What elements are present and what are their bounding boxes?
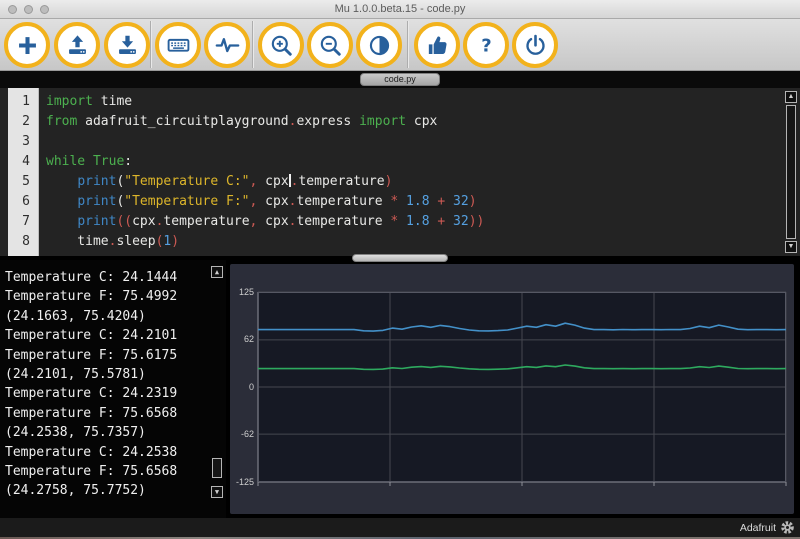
keyboard-icon: [165, 32, 192, 59]
editor-scroll-up-button[interactable]: ▲: [785, 91, 797, 103]
help-button[interactable]: ?: [463, 22, 509, 68]
toolbar-separator: [150, 21, 151, 68]
code-line: 4while True:: [8, 152, 782, 172]
code-line: 1import time: [8, 92, 782, 112]
tab-code-py[interactable]: code.py: [360, 73, 440, 86]
console-scrollbar-thumb[interactable]: [212, 458, 222, 478]
line-number: 1: [8, 92, 38, 112]
new-button[interactable]: [4, 22, 50, 68]
y-axis-label: 0: [230, 382, 254, 392]
console-line: Temperature F: 75.4992: [5, 287, 177, 306]
console-line: Temperature C: 24.2319: [5, 384, 177, 403]
bottom-panes: Temperature C: 24.1444Temperature F: 75.…: [0, 256, 800, 518]
console-line: Temperature C: 24.2101: [5, 326, 177, 345]
console-line: Temperature F: 75.6175: [5, 346, 177, 365]
code-line: 6 print("Temperature F:", cpx.temperatur…: [8, 192, 782, 212]
power-icon: [522, 32, 549, 59]
plot-svg: [258, 292, 786, 488]
code-line: 3: [8, 132, 782, 152]
gear-icon[interactable]: [780, 520, 795, 535]
status-bar: Adafruit: [0, 518, 800, 537]
line-number: 4: [8, 152, 38, 172]
y-axis-label: 125: [230, 287, 254, 297]
svg-text:?: ?: [481, 35, 491, 56]
console-line: (24.1663, 75.4204): [5, 307, 177, 326]
load-button[interactable]: [54, 22, 100, 68]
save-button[interactable]: [104, 22, 150, 68]
zoom-in-button[interactable]: [258, 22, 304, 68]
zoom-in-icon: [268, 32, 295, 59]
line-number: 8: [8, 232, 38, 252]
code-line: 5 print("Temperature C:", cpx.temperatur…: [8, 172, 782, 192]
mu-editor-window: Mu 1.0.0.beta.15 - code.py ? code.py 1im…: [0, 0, 800, 539]
tab-bar: code.py: [0, 71, 800, 88]
y-axis-label: -62: [230, 429, 254, 439]
splitter-handle[interactable]: [352, 254, 448, 262]
question-icon: ?: [473, 32, 500, 59]
repl-button[interactable]: [155, 22, 201, 68]
line-number: 7: [8, 212, 38, 232]
console-scroll-up-button[interactable]: ▲: [211, 266, 223, 278]
line-number: 6: [8, 192, 38, 212]
thumbs-up-icon: [424, 32, 451, 59]
console-line: (24.2101, 75.5781): [5, 365, 177, 384]
plotter-button[interactable]: [204, 22, 250, 68]
console-line: Temperature C: 24.2538: [5, 443, 177, 462]
theme-button[interactable]: [356, 22, 402, 68]
code-line: 2from adafruit_circuitplayground.express…: [8, 112, 782, 132]
console-line: (24.2758, 75.7752): [5, 481, 177, 500]
code-line: 7 print((cpx.temperature, cpx.temperatur…: [8, 212, 782, 232]
line-number: 2: [8, 112, 38, 132]
quit-button[interactable]: [512, 22, 558, 68]
code-line: 8 time.sleep(1): [8, 232, 782, 252]
check-button[interactable]: [414, 22, 460, 68]
adafruit-mode-label: Adafruit: [740, 522, 776, 534]
console-line: (24.2538, 75.7357): [5, 423, 177, 442]
line-number: 5: [8, 172, 38, 192]
editor-scroll-down-button[interactable]: ▼: [785, 241, 797, 253]
line-number: 3: [8, 132, 38, 152]
plus-icon: [14, 32, 41, 59]
toolbar-separator: [407, 21, 408, 68]
console-line: Temperature C: 24.1444: [5, 268, 177, 287]
toolbar-separator: [252, 21, 253, 68]
plotter-pane: 125 62 0 -62 -125: [230, 264, 794, 514]
download-icon: [114, 32, 141, 59]
zoom-out-icon: [317, 32, 344, 59]
editor-scrollbar-thumb[interactable]: [786, 105, 796, 239]
toolbar: ?: [0, 19, 800, 71]
console-output: Temperature C: 24.1444Temperature F: 75.…: [5, 268, 177, 501]
contrast-icon: [366, 32, 393, 59]
code-area: 1import time2from adafruit_circuitplaygr…: [8, 92, 782, 252]
y-axis-label: -125: [230, 477, 254, 487]
serial-console[interactable]: Temperature C: 24.1444Temperature F: 75.…: [0, 260, 226, 518]
y-axis-label: 62: [230, 334, 254, 344]
wave-icon: [214, 32, 241, 59]
window-title: Mu 1.0.0.beta.15 - code.py: [0, 3, 800, 15]
upload-icon: [64, 32, 91, 59]
code-editor[interactable]: 1import time2from adafruit_circuitplaygr…: [0, 88, 800, 256]
console-scroll-down-button[interactable]: ▼: [211, 486, 223, 498]
zoom-out-button[interactable]: [307, 22, 353, 68]
title-bar: Mu 1.0.0.beta.15 - code.py: [0, 0, 800, 19]
console-line: Temperature F: 75.6568: [5, 404, 177, 423]
console-line: Temperature F: 75.6568: [5, 462, 177, 481]
plot-chart: [258, 292, 786, 482]
